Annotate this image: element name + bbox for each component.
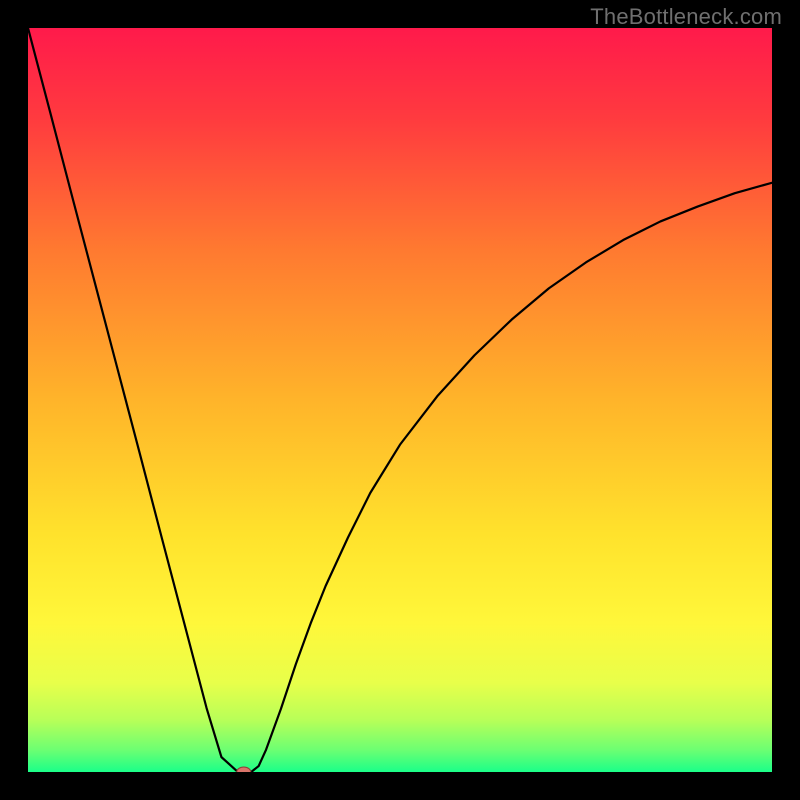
bottleneck-chart bbox=[28, 28, 772, 772]
chart-frame bbox=[28, 28, 772, 772]
gradient-background bbox=[28, 28, 772, 772]
watermark-text: TheBottleneck.com bbox=[590, 4, 782, 30]
